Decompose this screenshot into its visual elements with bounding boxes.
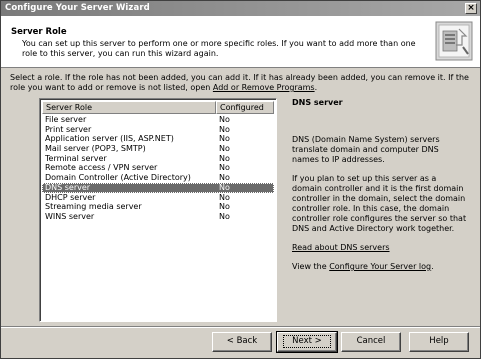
row-role: Streaming media server (45, 202, 142, 212)
cancel-button[interactable]: Cancel (341, 332, 401, 352)
wizard-window: Configure Your Server Wizard × Server Ro… (0, 0, 481, 359)
column-header-server-role[interactable]: Server Role (42, 101, 216, 114)
row-configured: No (219, 124, 230, 134)
configure-server-log-link[interactable]: Configure Your Server log (329, 262, 431, 271)
list-row-streaming-media-server[interactable]: Streaming media server No (42, 202, 274, 212)
row-role: Remote access / VPN server (45, 163, 158, 173)
list-rows: File server No Print server No Application… (42, 115, 274, 222)
instructions-end: . (314, 83, 318, 92)
row-configured: No (219, 192, 230, 202)
list-row-dhcp-server[interactable]: DHCP server No (42, 193, 274, 203)
detail-title: DNS server (292, 98, 343, 107)
list-row-wins-server[interactable]: WINS server No (42, 212, 274, 222)
row-role: Application server (IIS, ASP.NET) (45, 134, 174, 144)
role-detail-panel: DNS server DNS (Domain Name System) serv… (292, 98, 467, 281)
next-button[interactable]: Next > (276, 331, 338, 353)
title-bar[interactable]: Configure Your Server Wizard × (1, 1, 480, 16)
row-role: Terminal server (45, 153, 107, 163)
server-wizard-icon (435, 21, 473, 61)
help-button[interactable]: Help (409, 332, 469, 352)
log-line: View the Configure Your Server log. (292, 262, 467, 272)
server-role-list[interactable]: Server Role Configured File server No Pri… (39, 98, 277, 322)
row-role: File server (45, 115, 87, 124)
row-role: Print server (45, 124, 92, 134)
close-button[interactable]: × (465, 3, 477, 14)
list-row-file-server[interactable]: File server No (42, 115, 274, 125)
row-configured: No (219, 173, 230, 183)
log-suffix: . (431, 262, 434, 271)
row-configured: No (219, 144, 230, 154)
cancel-button-label: Cancel (356, 336, 386, 346)
list-row-application-server[interactable]: Application server (IIS, ASP.NET) No (42, 134, 274, 144)
list-row-remote-access[interactable]: Remote access / VPN server No (42, 163, 274, 173)
list-row-domain-controller[interactable]: Domain Controller (Active Directory) No (42, 173, 274, 183)
row-role: Mail server (POP3, SMTP) (45, 144, 146, 154)
row-role: Domain Controller (Active Directory) (45, 173, 191, 183)
row-configured: No (219, 134, 230, 144)
add-remove-programs-link[interactable]: Add or Remove Programs (213, 83, 315, 92)
close-icon: × (467, 3, 475, 13)
button-separator (1, 326, 480, 328)
list-header: Server Role Configured (42, 101, 274, 114)
row-role: WINS server (45, 211, 95, 221)
window-title: Configure Your Server Wizard (5, 3, 150, 13)
instructions: Select a role. If the role has not been … (10, 73, 470, 93)
list-row-print-server[interactable]: Print server No (42, 125, 274, 135)
row-configured: No (219, 153, 230, 163)
next-button-label: Next > (283, 335, 331, 348)
row-configured: No (219, 163, 230, 173)
detail-description: DNS (Domain Name System) servers transla… (292, 135, 440, 164)
page-title: Server Role (11, 27, 67, 37)
page-description: You can set up this server to perform on… (22, 39, 416, 58)
row-role: DNS server (45, 182, 91, 192)
detail-note: If you plan to set up this server as a d… (292, 174, 467, 233)
row-role: DHCP server (45, 192, 96, 202)
list-row-mail-server[interactable]: Mail server (POP3, SMTP) No (42, 144, 274, 154)
back-button-label: < Back (226, 336, 258, 346)
row-configured: No (219, 202, 230, 212)
list-row-terminal-server[interactable]: Terminal server No (42, 154, 274, 164)
list-row-dns-server[interactable]: DNS server No (42, 182, 274, 193)
row-configured: No (219, 115, 230, 124)
row-configured: No (219, 211, 230, 221)
wizard-header: Server Role You can set up this server t… (1, 16, 480, 68)
log-prefix: View the (292, 262, 330, 271)
read-about-dns-link[interactable]: Read about DNS servers (292, 243, 390, 252)
column-header-configured[interactable]: Configured (216, 101, 274, 114)
back-button[interactable]: < Back (212, 332, 272, 352)
help-button-label: Help (429, 336, 449, 346)
row-configured: No (219, 182, 230, 192)
